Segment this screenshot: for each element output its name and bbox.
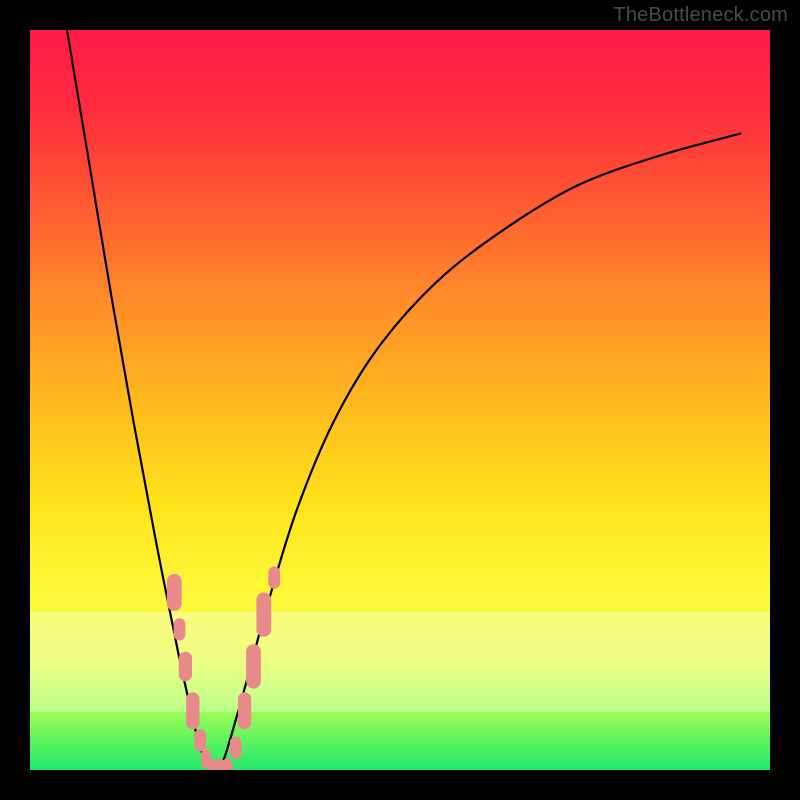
chart-frame: TheBottleneck.com	[0, 0, 800, 800]
plot-area	[30, 30, 770, 770]
watermark-text: TheBottleneck.com	[613, 4, 788, 27]
